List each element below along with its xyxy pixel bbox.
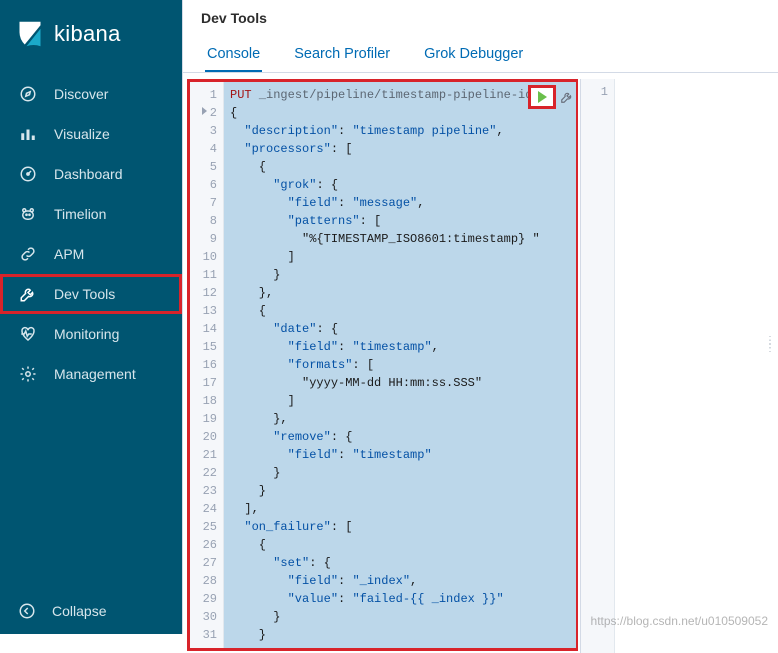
sidebar-nav: Discover Visualize Dashboard Timelion AP… [0,68,182,588]
link-icon [18,244,38,264]
main: Dev Tools Console Search Profiler Grok D… [182,0,778,634]
collapse-icon [18,602,36,620]
collapse-button[interactable]: Collapse [0,588,182,634]
sidebar: kibana Discover Visualize Dashboard Time… [0,0,182,634]
editor-gutter: 1234567891011121314151617181920212223242… [190,82,224,648]
response-gutter: 1 [581,79,615,653]
sidebar-item-apm[interactable]: APM [0,234,182,274]
sidebar-item-dev-tools[interactable]: Dev Tools [0,274,182,314]
brand: kibana [0,0,182,68]
sidebar-item-management[interactable]: Management [0,354,182,394]
sidebar-item-label: Dashboard [54,166,123,182]
gauge-icon [18,164,38,184]
tab-search-profiler[interactable]: Search Profiler [292,38,392,72]
sidebar-item-label: Management [54,366,136,382]
editor-code[interactable]: PUT _ingest/pipeline/timestamp-pipeline-… [224,82,576,648]
wrench-icon [18,284,38,304]
response-pane: 1 ⋮⋮⋮ [580,79,778,653]
send-request-button[interactable] [528,85,556,109]
sidebar-item-label: Timelion [54,206,106,222]
brand-name: kibana [54,21,121,47]
sidebar-item-label: APM [54,246,84,262]
tabs: Console Search Profiler Grok Debugger [183,30,778,73]
drag-handle-icon[interactable]: ⋮⋮⋮ [765,339,776,351]
sidebar-item-label: Visualize [54,126,110,142]
sidebar-item-timelion[interactable]: Timelion [0,194,182,234]
sidebar-item-label: Discover [54,86,108,102]
request-editor[interactable]: 1234567891011121314151617181920212223242… [187,79,578,651]
page-title: Dev Tools [183,0,778,30]
sidebar-item-visualize[interactable]: Visualize [0,114,182,154]
tab-console[interactable]: Console [205,38,262,72]
wrench-icon[interactable] [560,90,574,104]
play-icon [538,91,547,103]
bar-chart-icon [18,124,38,144]
sidebar-item-dashboard[interactable]: Dashboard [0,154,182,194]
compass-icon [18,84,38,104]
sidebar-item-monitoring[interactable]: Monitoring [0,314,182,354]
collapse-label: Collapse [52,603,106,619]
sidebar-item-label: Monitoring [54,326,119,342]
sidebar-item-discover[interactable]: Discover [0,74,182,114]
heartbeat-icon [18,324,38,344]
tab-grok-debugger[interactable]: Grok Debugger [422,38,525,72]
bear-icon [18,204,38,224]
watermark: https://blog.csdn.net/u010509052 [591,614,768,628]
response-body[interactable]: ⋮⋮⋮ [615,79,778,653]
kibana-logo-icon [16,20,44,48]
sidebar-item-label: Dev Tools [54,286,115,302]
gear-icon [18,364,38,384]
